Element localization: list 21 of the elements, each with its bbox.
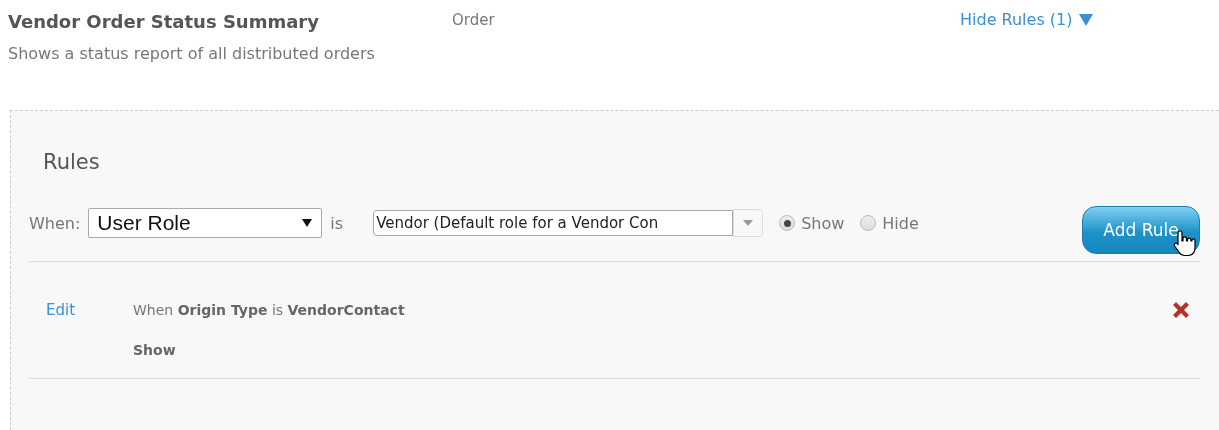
edit-link[interactable]: Edit xyxy=(29,300,133,320)
combo-dropdown-button[interactable] xyxy=(733,209,764,237)
caret-icon xyxy=(742,219,755,227)
rules-heading: Rules xyxy=(43,149,101,176)
radio-button[interactable] xyxy=(860,215,877,231)
rule-condition: When Origin Type is VendorContact xyxy=(133,301,406,320)
triangle-icon xyxy=(1078,13,1095,27)
dropdown-arrow-icon xyxy=(301,218,314,228)
value-field[interactable]: Vendor (Default role for a Vendor Con xyxy=(373,210,734,236)
when-label: When: xyxy=(29,213,81,233)
radio-label[interactable]: Show xyxy=(801,213,845,233)
radio-button[interactable] xyxy=(779,215,796,231)
radio-label[interactable]: Hide xyxy=(882,213,919,233)
category-label: Order xyxy=(452,10,496,31)
hide-rules-link[interactable]: Hide Rules (1) xyxy=(960,8,1095,32)
report-title: Vendor Order Status Summary xyxy=(8,10,320,34)
operator-label: is xyxy=(330,213,344,233)
field-dropdown[interactable]: User Role xyxy=(88,208,323,238)
add-rule-button[interactable]: Add Rule xyxy=(1082,206,1200,254)
report-description: Shows a status report of all distributed orders xyxy=(8,43,376,65)
rule-action: Show xyxy=(133,341,177,360)
